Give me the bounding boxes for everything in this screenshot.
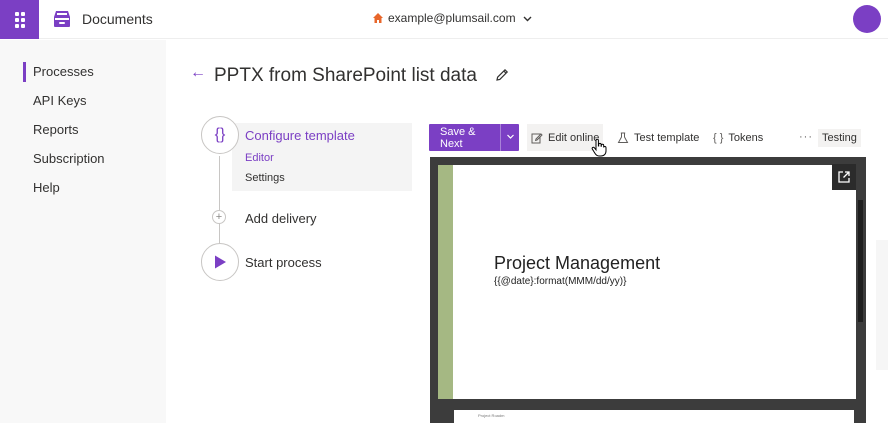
flask-icon — [617, 132, 629, 143]
edit-icon — [531, 132, 543, 143]
sidebar-item-reports[interactable]: Reports — [33, 122, 79, 137]
preview-scrollbar[interactable] — [858, 200, 863, 322]
braces-icon[interactable]: {} — [201, 116, 239, 154]
chevron-down-icon[interactable] — [501, 132, 519, 143]
play-icon[interactable] — [201, 243, 239, 281]
substep-editor[interactable]: Editor — [245, 152, 274, 164]
account-switcher[interactable]: example@plumsail.com — [372, 11, 533, 25]
avatar[interactable] — [853, 5, 881, 33]
back-arrow-icon[interactable]: ← — [190, 64, 206, 82]
page-edge — [876, 240, 888, 370]
more-options-icon[interactable]: ··· — [799, 131, 813, 143]
sidebar-item-api-keys[interactable]: API Keys — [33, 93, 86, 108]
test-template-label: Test template — [634, 131, 700, 144]
waffle-icon — [14, 11, 25, 28]
testing-badge: Testing — [818, 129, 861, 147]
next-slide-caption: Project Roadm — [478, 413, 505, 418]
tokens-button[interactable]: { } Tokens — [709, 124, 767, 151]
page-title: PPTX from SharePoint list data — [214, 65, 477, 86]
save-next-button[interactable]: Save & Next — [429, 124, 519, 151]
app-name: Documents — [82, 11, 153, 27]
tokens-label: Tokens — [728, 131, 764, 144]
account-email: example@plumsail.com — [388, 11, 516, 25]
slide-title: Project Management — [494, 253, 661, 273]
step-start-process[interactable]: Start process — [245, 255, 322, 270]
sidebar-item-subscription[interactable]: Subscription — [33, 151, 105, 166]
home-icon — [373, 13, 383, 23]
slide-preview: Project Management {{@date}:format(MMM/d… — [438, 165, 856, 399]
documents-logo-icon — [54, 11, 70, 27]
open-external-icon[interactable] — [832, 164, 856, 190]
pencil-icon[interactable] — [494, 67, 510, 83]
sidebar-item-processes[interactable]: Processes — [33, 64, 94, 79]
slide-accent-bar — [438, 165, 453, 399]
slide-subtitle: {{@date}:format(MMM/dd/yy)} — [494, 276, 627, 287]
template-preview: Project Management {{@date}:format(MMM/d… — [430, 157, 866, 423]
chevron-down-icon — [523, 16, 532, 21]
plus-icon[interactable]: + — [212, 210, 226, 224]
save-next-label: Save & Next — [440, 125, 476, 150]
top-bar: Documents example@plumsail.com — [0, 0, 888, 39]
braces-icon: { } — [713, 131, 724, 144]
active-nav-indicator — [23, 62, 26, 82]
substep-settings[interactable]: Settings — [245, 172, 285, 184]
next-slide-preview: Project Roadm — [454, 410, 854, 423]
hand-cursor-icon — [591, 139, 607, 157]
sidebar-item-help[interactable]: Help — [33, 180, 60, 195]
step-configure-template[interactable]: Configure template — [245, 128, 355, 143]
step-add-delivery[interactable]: Add delivery — [245, 211, 317, 226]
step-connector — [219, 156, 220, 246]
test-template-button[interactable]: Test template — [613, 124, 703, 151]
app-launcher-button[interactable] — [0, 0, 39, 39]
